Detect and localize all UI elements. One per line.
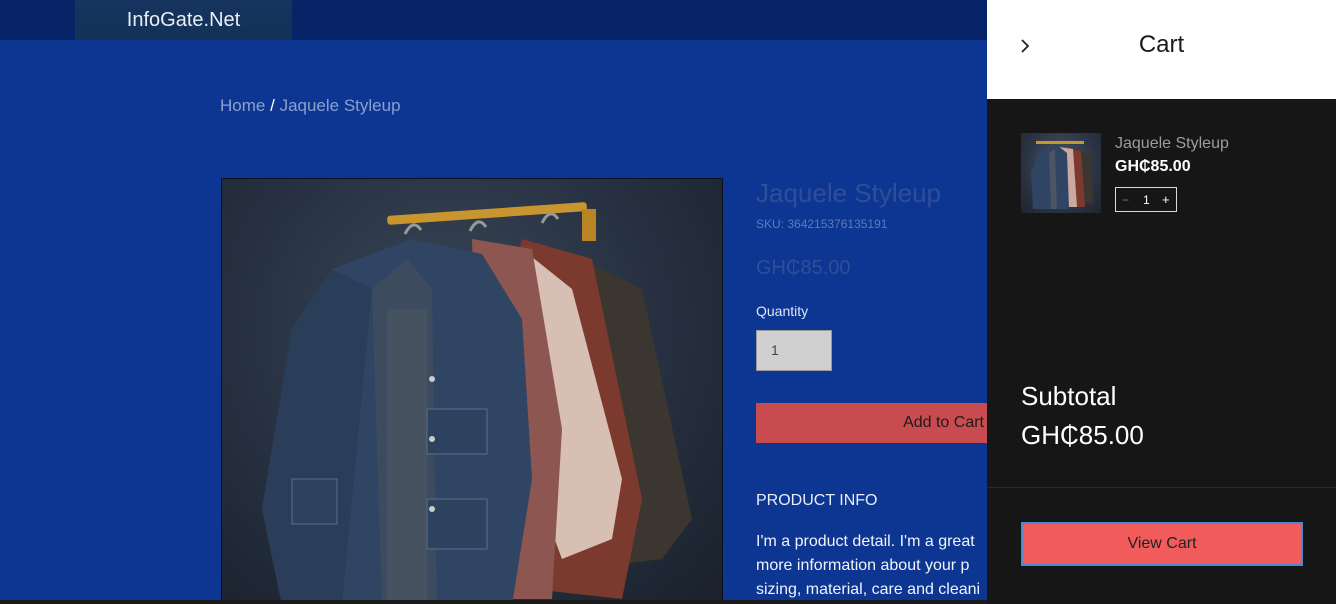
product-info-line: more information about your p bbox=[756, 557, 970, 574]
quantity-label: Quantity bbox=[756, 303, 809, 319]
product-image[interactable] bbox=[221, 178, 723, 604]
add-to-cart-button[interactable]: Add to Cart bbox=[756, 403, 996, 443]
site-logo[interactable]: InfoGate.Net bbox=[75, 0, 292, 40]
subtotal-value: GH₵85.00 bbox=[1021, 420, 1144, 450]
breadcrumb-current: Jaquele Styleup bbox=[279, 96, 401, 115]
quantity-input[interactable]: 1 bbox=[756, 330, 832, 371]
product-info-text: I'm a product detail. I'm a great more i… bbox=[756, 530, 996, 602]
quantity-stepper: − 1 + bbox=[1115, 187, 1177, 212]
subtotal-label: Subtotal bbox=[1021, 381, 1117, 411]
product-info-line: sizing, material, care and cleani bbox=[756, 581, 981, 598]
product-info-line: I'm a product detail. I'm a great bbox=[756, 533, 975, 550]
breadcrumb-separator: / bbox=[270, 96, 275, 115]
breadcrumb-home-link[interactable]: Home bbox=[220, 96, 265, 115]
decrease-quantity-button[interactable]: − bbox=[1122, 193, 1129, 207]
cart-item-thumbnail[interactable] bbox=[1021, 133, 1101, 213]
jackets-on-rack-image bbox=[262, 202, 692, 603]
cart-item-price: GH₵85.00 bbox=[1115, 158, 1191, 175]
product-price: GH₵85.00 bbox=[756, 257, 851, 279]
cart-header: Cart bbox=[987, 0, 1336, 99]
cart-panel: Cart Jaquele Styleup GH₵85.00 − 1 + Subt… bbox=[987, 0, 1336, 604]
cart-item-name[interactable]: Jaquele Styleup bbox=[1115, 135, 1229, 153]
view-cart-button[interactable]: View Cart bbox=[1021, 522, 1303, 566]
cart-title: Cart bbox=[1138, 31, 1185, 58]
product-info-heading: PRODUCT INFO bbox=[756, 492, 878, 509]
cart-divider bbox=[987, 487, 1336, 488]
cart-item-quantity[interactable]: 1 bbox=[1143, 193, 1150, 207]
product-title: Jaquele Styleup bbox=[756, 178, 942, 208]
increase-quantity-button[interactable]: + bbox=[1162, 192, 1170, 207]
product-sku: SKU: 364215376135191 bbox=[756, 217, 888, 231]
breadcrumb: Home / Jaquele Styleup bbox=[220, 96, 401, 116]
